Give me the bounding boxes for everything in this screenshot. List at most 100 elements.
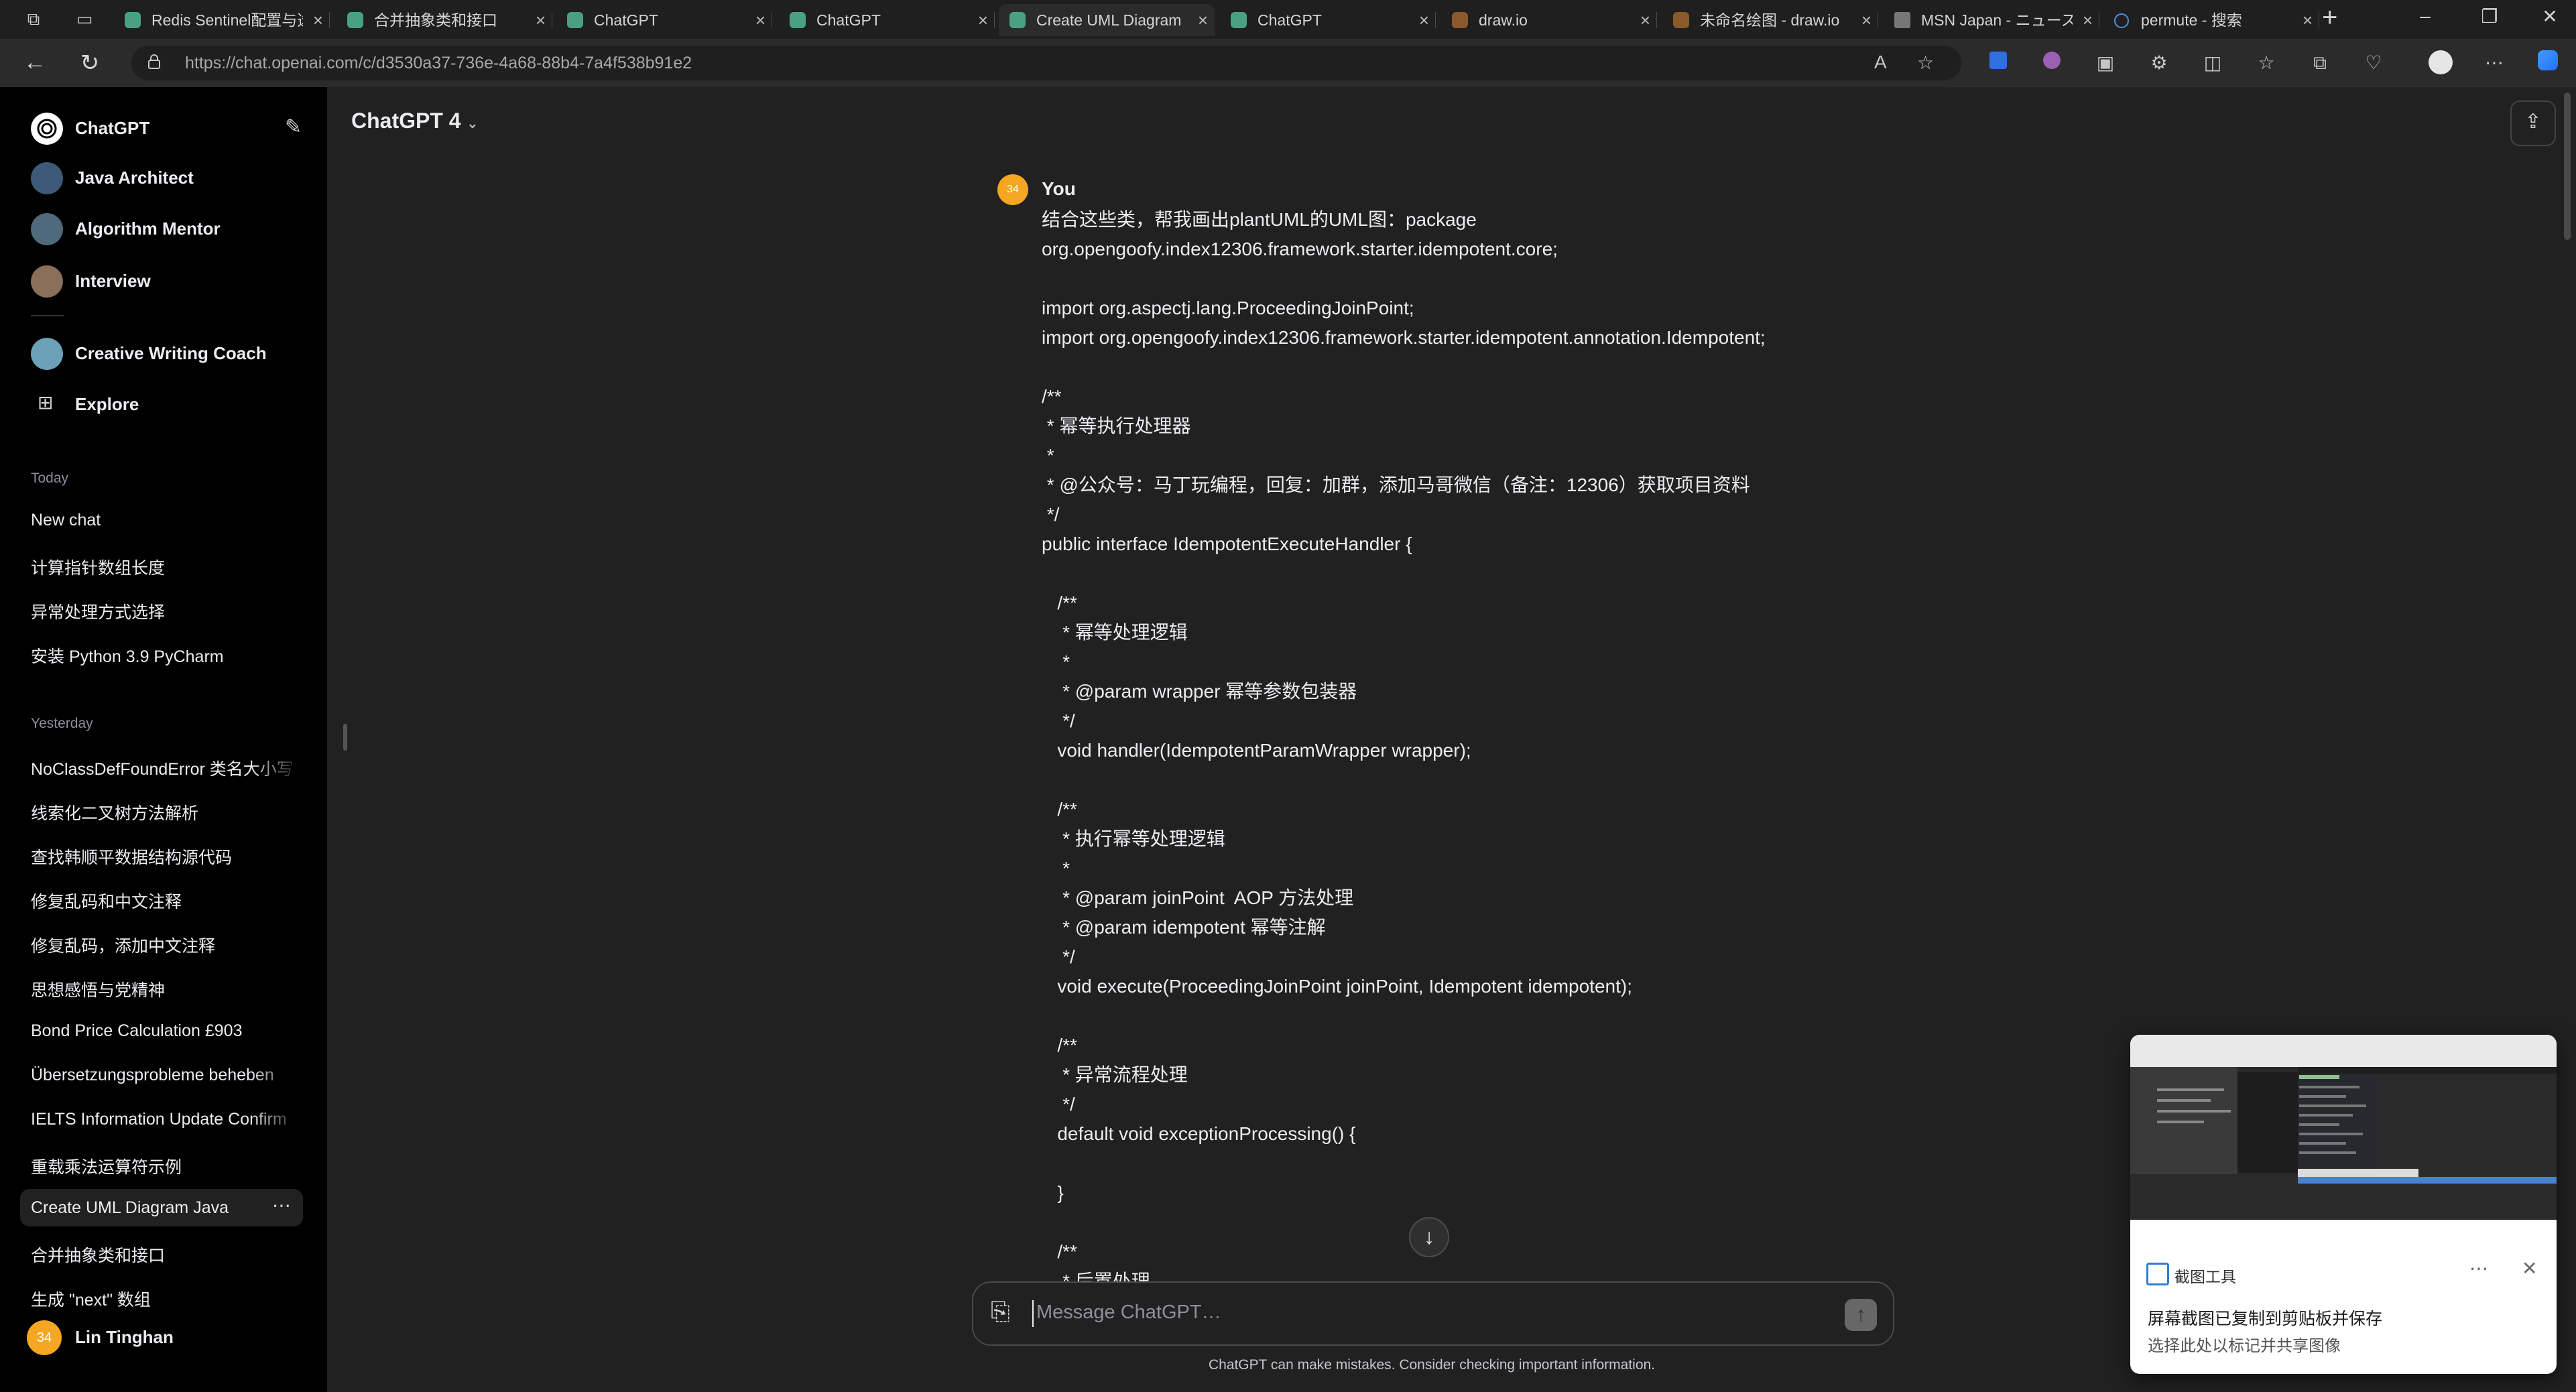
close-tab-icon[interactable]: × xyxy=(1640,4,1650,36)
extensions-icon[interactable]: ⚙ xyxy=(2146,50,2172,76)
chatgpt-icon xyxy=(1009,12,1026,28)
chat-history-item[interactable]: Create UML Diagram Java ⋯ xyxy=(20,1189,303,1226)
explore-gpts[interactable]: ⊞ Explore xyxy=(20,382,307,425)
message-line: * xyxy=(1042,651,1070,672)
chat-history-item[interactable]: 线索化二叉树方法解析 xyxy=(20,791,303,828)
browser-tab[interactable]: 未命名绘图 - draw.io × xyxy=(1662,4,1878,36)
chatgpt-icon xyxy=(347,12,363,28)
browser-tab[interactable]: ChatGPT × xyxy=(779,4,995,36)
close-icon[interactable]: ✕ xyxy=(2522,1257,2537,1279)
share-button[interactable]: ⇪ xyxy=(2510,101,2556,146)
chat-history-item[interactable]: NoClassDefFoundError 类名大小写 xyxy=(20,747,303,784)
workspaces-icon[interactable]: ⧉ xyxy=(23,8,44,29)
extension-icon[interactable]: ▣ xyxy=(2093,50,2118,76)
new-chat-icon[interactable]: ✎ xyxy=(285,115,302,139)
close-tab-icon[interactable]: × xyxy=(978,4,988,36)
close-tab-icon[interactable]: × xyxy=(313,4,323,36)
chat-history-item[interactable]: 查找韩顺平数据结构源代码 xyxy=(20,835,303,873)
gpt-item-creative-writing-coach[interactable]: Creative Writing Coach xyxy=(20,331,307,374)
browser-tab[interactable]: ChatGPT × xyxy=(556,4,772,36)
chat-history-item[interactable]: 生成 "next" 数组 xyxy=(20,1277,303,1315)
chat-history-item[interactable]: 合并抽象类和接口 xyxy=(20,1233,303,1271)
chat-history-item[interactable]: 异常处理方式选择 xyxy=(20,590,303,627)
browser-essentials-icon[interactable]: ♡ xyxy=(2361,50,2386,76)
extension-icon[interactable] xyxy=(2039,50,2065,76)
copilot-icon[interactable] xyxy=(2535,50,2561,76)
gpt-item-java-architect[interactable]: Java Architect xyxy=(20,155,307,198)
close-tab-icon[interactable]: × xyxy=(1861,4,1872,36)
chat-history-item[interactable]: 修复乱码，添加中文注释 xyxy=(20,924,303,961)
close-tab-icon[interactable]: × xyxy=(2083,4,2093,36)
collections-icon[interactable]: ⧉ xyxy=(2307,50,2333,76)
user-profile[interactable]: 34 Lin Tinghan xyxy=(20,1315,307,1358)
read-aloud-icon[interactable]: A xyxy=(1874,52,1887,73)
split-screen-icon[interactable]: ◫ xyxy=(2200,50,2225,76)
user-name: Lin Tinghan xyxy=(75,1327,174,1347)
attach-icon[interactable]: ⎘ xyxy=(991,1298,1010,1326)
browser-tab-bar: ⧉ ▭ Redis Sentinel配置与选 × 合并抽象类和接口 × ChatGPT ×… xyxy=(0,0,2576,39)
more-menu-icon[interactable]: ⋯ xyxy=(2481,50,2507,76)
chat-history-item[interactable]: IELTS Information Update Confirm xyxy=(20,1100,303,1138)
browser-tab[interactable]: Redis Sentinel配置与选 × xyxy=(114,4,330,36)
sidebar-toggle-handle[interactable] xyxy=(343,724,347,751)
browser-tab[interactable]: permute - 搜索 × xyxy=(2103,4,2319,36)
chat-history-item[interactable]: 安装 Python 3.9 PyCharm xyxy=(20,634,303,672)
gpt-item-interview[interactable]: Interview xyxy=(20,259,307,302)
chat-history-item[interactable]: 计算指针数组长度 xyxy=(20,546,303,583)
message-line: * @param wrapper 幂等参数包装器 xyxy=(1042,681,1357,702)
back-icon[interactable]: ← xyxy=(21,50,48,76)
sidebar: ChatGPT ✎ Java Architect Algorithm Mento… xyxy=(0,87,327,1392)
message-composer[interactable]: ⎘ Message ChatGPT… ↑ xyxy=(972,1281,1894,1346)
vertical-tabs-icon[interactable]: ▭ xyxy=(74,8,95,29)
profile-icon[interactable] xyxy=(2428,50,2453,76)
refresh-icon[interactable]: ↻ xyxy=(76,50,103,76)
avatar: 34 xyxy=(997,174,1028,205)
message-input[interactable]: Message ChatGPT… xyxy=(1036,1302,1221,1324)
browser-tab[interactable]: MSN Japan - ニュース × xyxy=(1884,4,2099,36)
new-tab-button[interactable]: + xyxy=(2322,3,2337,33)
chatgpt-icon xyxy=(790,12,806,28)
new-chat-row[interactable]: ChatGPT ✎ xyxy=(20,106,307,149)
chat-history-item[interactable]: 修复乱码和中文注释 xyxy=(20,879,303,917)
browser-tab[interactable]: ChatGPT × xyxy=(1220,4,1436,36)
chat-history-item[interactable]: Übersetzungsprobleme beheben xyxy=(20,1056,303,1094)
favorite-star-icon[interactable]: ☆ xyxy=(1917,52,1934,74)
chat-history-item[interactable]: New chat xyxy=(20,501,303,539)
message-line: } xyxy=(1042,1182,1064,1203)
screenshot-thumbnail[interactable] xyxy=(2130,1035,2557,1220)
browser-tab[interactable]: draw.io × xyxy=(1441,4,1657,36)
browser-tab[interactable]: Create UML Diagram × xyxy=(999,4,1215,36)
browser-tab[interactable]: 合并抽象类和接口 × xyxy=(336,4,552,36)
minimize-button[interactable]: – xyxy=(2398,5,2452,27)
send-button[interactable]: ↑ xyxy=(1845,1299,1877,1331)
close-tab-icon[interactable]: × xyxy=(755,4,765,36)
more-options-icon[interactable]: ⋯ xyxy=(272,1194,291,1216)
gpt-item-algorithm-mentor[interactable]: Algorithm Mentor xyxy=(20,206,307,249)
scrollbar[interactable] xyxy=(2564,92,2571,240)
close-window-button[interactable]: ✕ xyxy=(2523,5,2576,27)
close-tab-icon[interactable]: × xyxy=(536,4,546,36)
address-bar[interactable]: https://chat.openai.com/c/d3530a37-736e-… xyxy=(131,46,1961,80)
snipping-tool-notification[interactable]: 截图工具 ⋯ ✕ 屏幕截图已复制到剪贴板并保存 选择此处以标记并共享图像 xyxy=(2130,1035,2557,1374)
message-line: org.opengoofy.index12306.framework.start… xyxy=(1042,239,1558,259)
chat-history-item[interactable]: Bond Price Calculation £903 xyxy=(20,1012,303,1050)
message-line: * 幂等处理逻辑 xyxy=(1042,622,1188,643)
tab-title: MSN Japan - ニュース xyxy=(1921,11,2073,29)
message-line: * @公众号：马丁玩编程，回复：加群，添加马哥微信（备注：12306）获取项目资… xyxy=(1042,474,1750,495)
close-tab-icon[interactable]: × xyxy=(1198,4,1208,36)
more-options-icon[interactable]: ⋯ xyxy=(2469,1257,2488,1279)
section-today: Today xyxy=(31,470,69,486)
chat-history-item[interactable]: 思想感悟与党精神 xyxy=(20,968,303,1005)
message-line: /** xyxy=(1042,799,1077,820)
text-fade xyxy=(249,879,303,917)
favorites-icon[interactable]: ☆ xyxy=(2254,50,2279,76)
close-tab-icon[interactable]: × xyxy=(1419,4,1429,36)
close-tab-icon[interactable]: × xyxy=(2303,4,2313,36)
maximize-button[interactable]: ❐ xyxy=(2463,5,2516,27)
model-selector[interactable]: ChatGPT 4 ⌄ xyxy=(351,109,479,133)
lock-icon xyxy=(148,54,160,69)
scroll-to-bottom-button[interactable]: ↓ xyxy=(1409,1217,1449,1257)
text-fade xyxy=(249,546,303,583)
chat-history-item[interactable]: 重载乘法运算符示例 xyxy=(20,1145,303,1182)
extension-icon[interactable] xyxy=(1985,50,2011,76)
